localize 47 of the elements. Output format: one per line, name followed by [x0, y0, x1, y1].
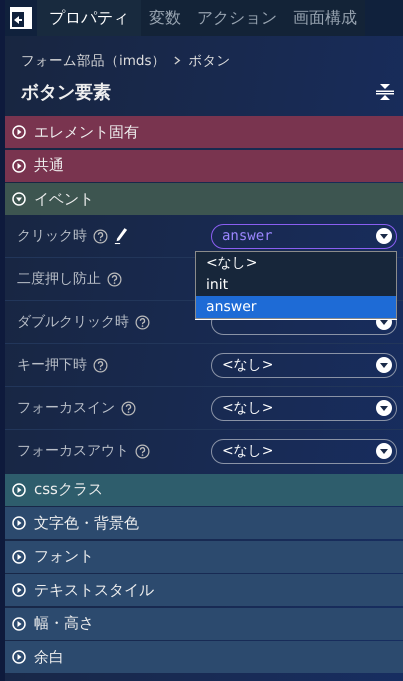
panel-toggle-icon[interactable]: [10, 7, 32, 29]
section-header[interactable]: イベント: [5, 183, 403, 215]
help-icon[interactable]: [93, 358, 108, 372]
section-header[interactable]: cssクラス: [5, 474, 403, 506]
collapsed-circle-icon: [12, 550, 26, 564]
field-label: クリック時: [17, 227, 87, 245]
collapsed-circle-icon: [12, 482, 26, 496]
collapse-all-icon[interactable]: [375, 82, 395, 102]
field-label: キー押下時: [17, 356, 87, 374]
section-header[interactable]: 共通: [5, 150, 403, 182]
tab[interactable]: 画面構成: [285, 0, 365, 36]
tab[interactable]: 変数: [141, 0, 189, 36]
collapsed-circle-icon: [12, 650, 26, 664]
field-label: ダブルクリック時: [17, 313, 129, 331]
help-icon[interactable]: [107, 272, 122, 286]
tab[interactable]: プロパティ: [37, 0, 141, 36]
collapsed-circle-icon: [12, 616, 26, 630]
pencil-icon[interactable]: [114, 227, 128, 245]
expanded-circle-icon: [12, 192, 26, 206]
breadcrumb-item[interactable]: ボタン: [188, 52, 231, 70]
field-label: フォーカスアウト: [17, 442, 129, 460]
collapsed-circle-icon: [12, 516, 26, 530]
field-label: 二度押し防止: [17, 270, 101, 288]
select-field[interactable]: <なし>: [211, 396, 397, 420]
help-icon[interactable]: [121, 400, 136, 416]
dropdown-option[interactable]: <なし>: [196, 252, 396, 274]
dropdown-option[interactable]: init: [196, 274, 396, 296]
section-header[interactable]: 余白: [5, 641, 403, 673]
collapsed-circle-icon: [12, 158, 26, 172]
field-label: フォーカスイン: [17, 399, 115, 417]
select-field[interactable]: answer: [211, 224, 397, 248]
section-header[interactable]: テキストスタイル: [5, 574, 403, 606]
panel-title: ボタン要素: [21, 81, 111, 104]
collapsed-circle-icon: [12, 583, 26, 597]
select-field[interactable]: <なし>: [211, 438, 397, 464]
help-icon[interactable]: [135, 444, 150, 458]
section-header[interactable]: エレメント固有: [5, 116, 403, 148]
breadcrumb-item[interactable]: フォーム部品（imds）: [21, 52, 166, 70]
dropdown-option[interactable]: answer: [196, 296, 396, 318]
section-header[interactable]: フォント: [5, 540, 403, 572]
select-field[interactable]: <なし>: [211, 352, 397, 378]
help-icon[interactable]: [135, 314, 150, 330]
collapsed-circle-icon: [12, 125, 26, 139]
section-header[interactable]: 幅・高さ: [5, 608, 403, 640]
section-header[interactable]: 文字色・背景色: [5, 507, 403, 539]
help-icon[interactable]: [93, 228, 108, 244]
tab[interactable]: アクション: [189, 0, 285, 36]
